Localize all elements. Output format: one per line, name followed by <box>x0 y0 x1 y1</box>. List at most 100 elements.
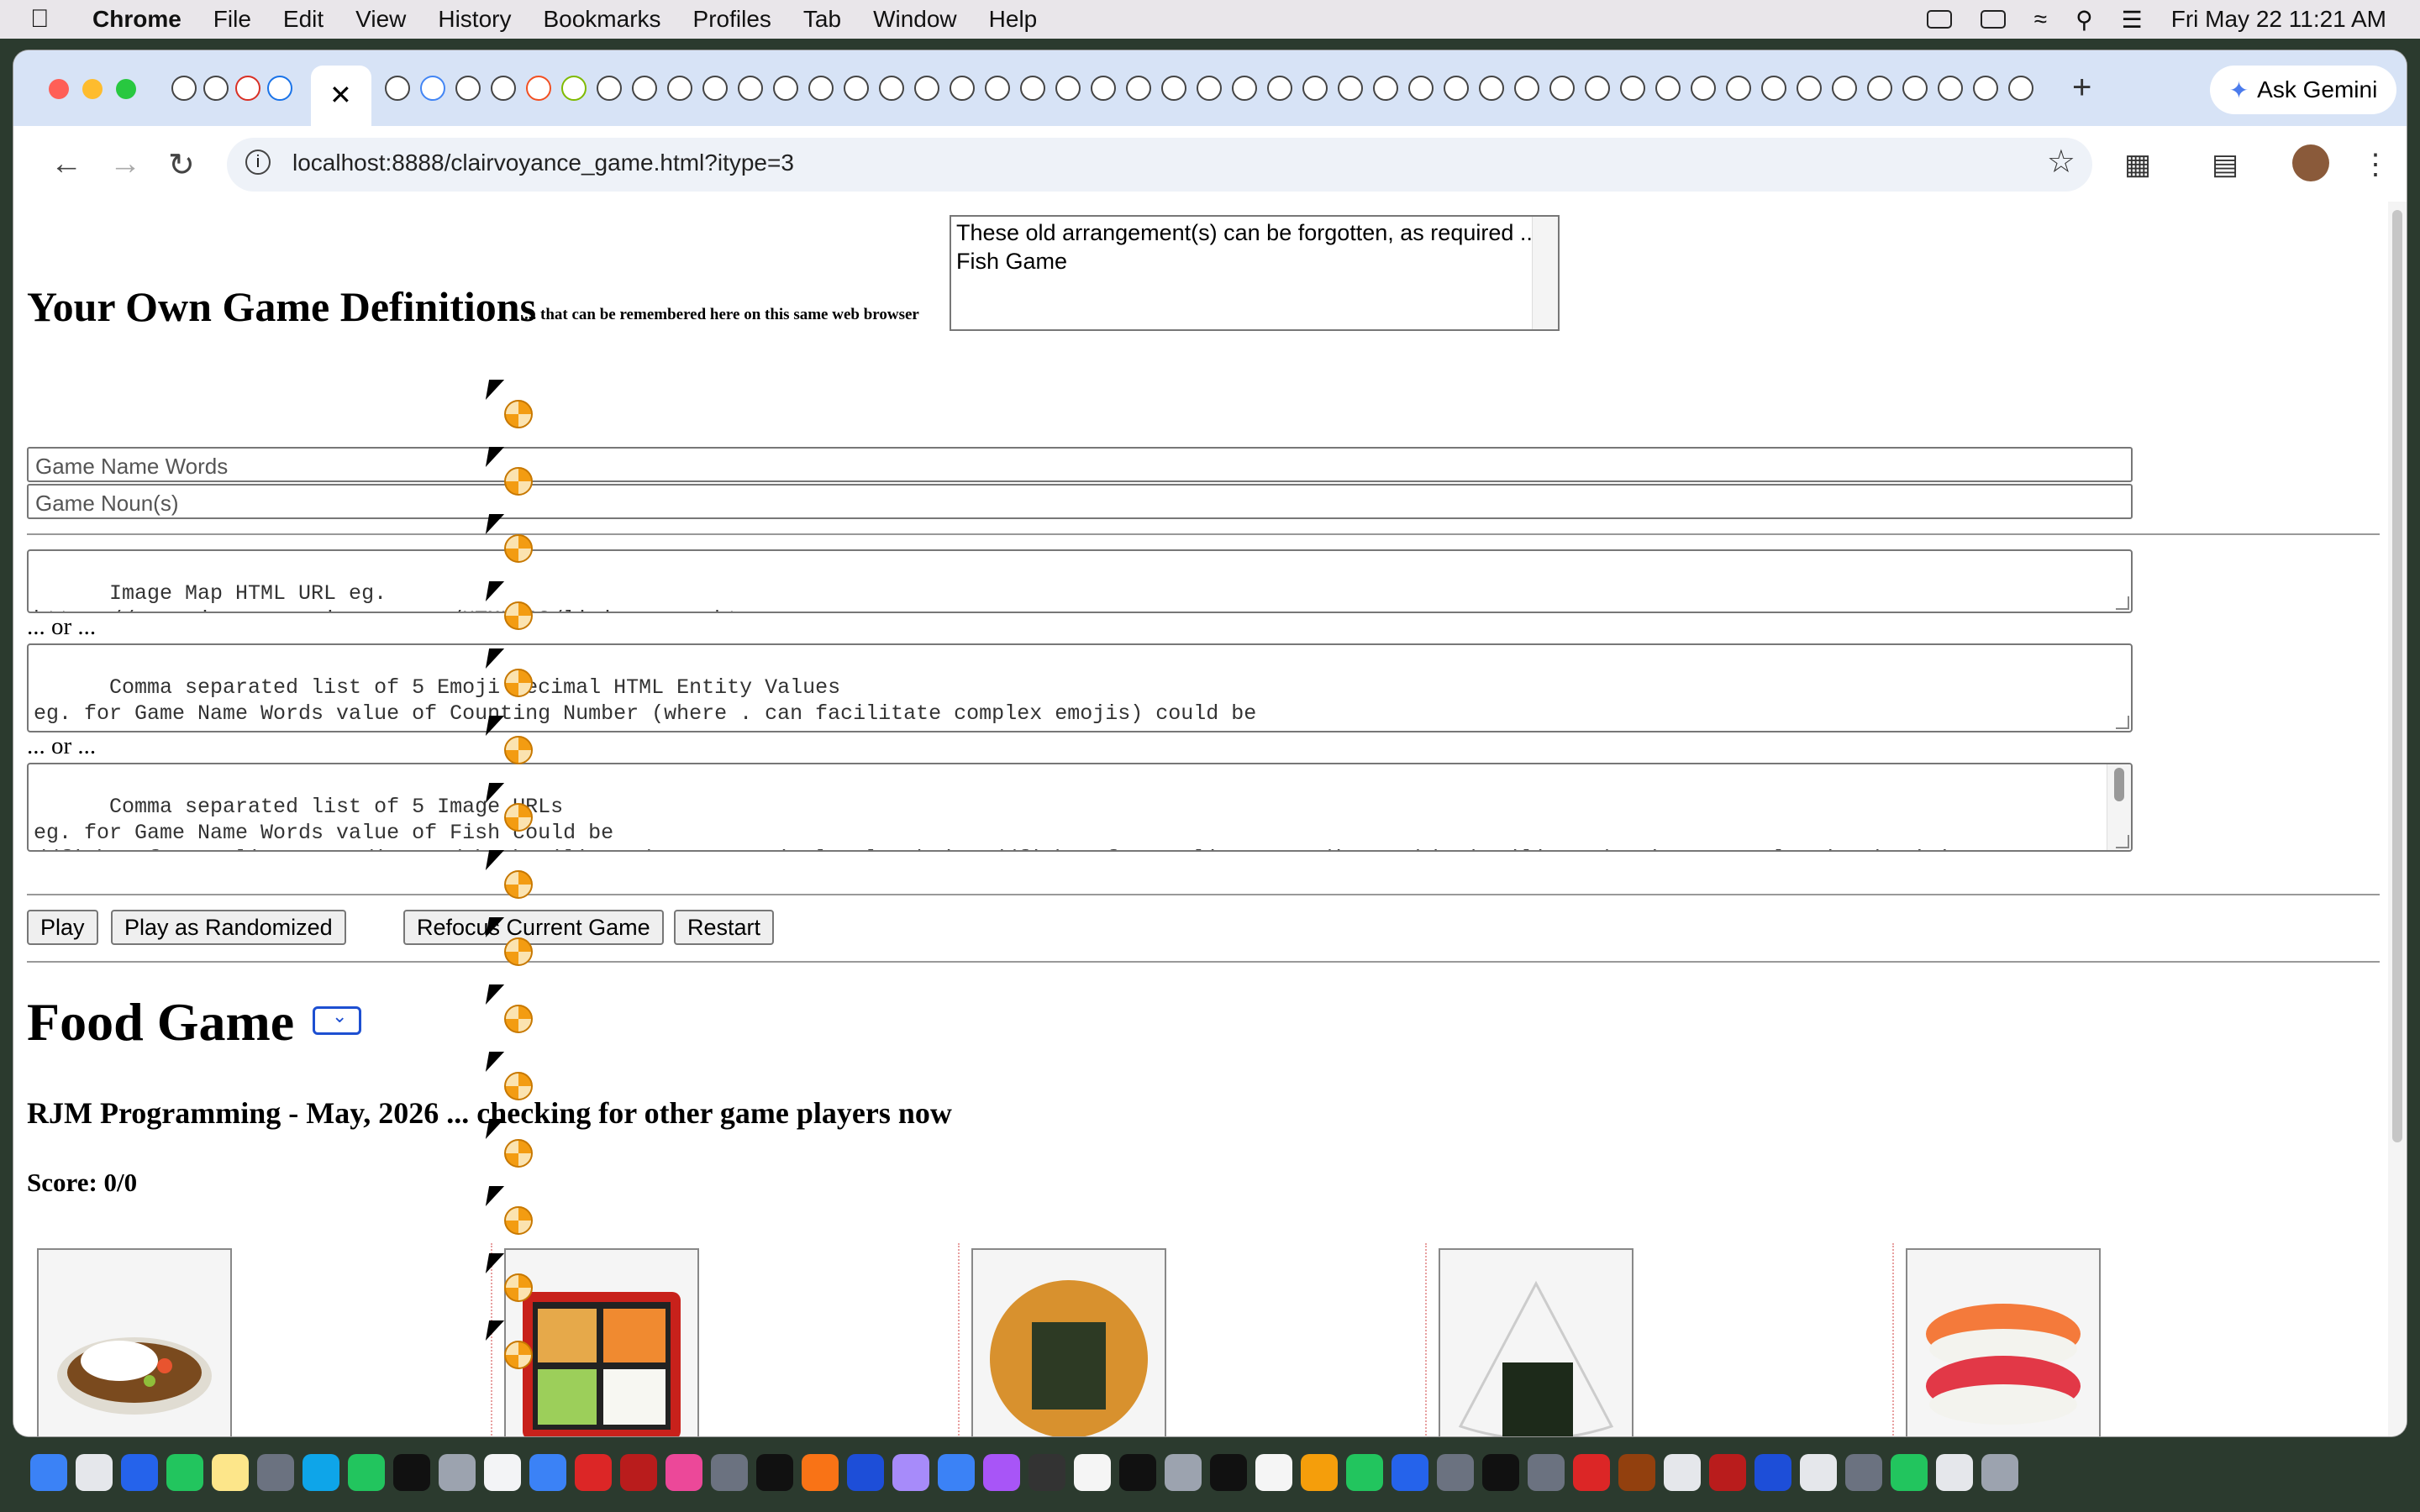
notes-icon[interactable] <box>212 1454 249 1491</box>
app-icon[interactable] <box>847 1454 884 1491</box>
tab-favicon[interactable] <box>1726 76 1751 101</box>
app-icon[interactable] <box>1028 1454 1065 1491</box>
launchpad-icon[interactable] <box>76 1454 113 1491</box>
tab-favicon[interactable] <box>1902 76 1928 101</box>
tab-favicon[interactable] <box>267 76 292 101</box>
trash-icon[interactable] <box>1981 1454 2018 1491</box>
tab-favicon[interactable] <box>1585 76 1610 101</box>
app-icon[interactable] <box>575 1454 612 1491</box>
tab-favicon[interactable] <box>1444 76 1469 101</box>
tab-favicon[interactable] <box>491 76 516 101</box>
resize-handle[interactable] <box>2116 596 2129 610</box>
tab-favicon[interactable] <box>1232 76 1257 101</box>
page-scrollbar-thumb[interactable] <box>2392 210 2402 1142</box>
reload-icon[interactable]: ↻ <box>168 146 195 184</box>
active-tab[interactable]: ✕ <box>311 66 371 126</box>
tab-favicon[interactable] <box>203 76 229 101</box>
music-icon[interactable] <box>666 1454 702 1491</box>
tab-favicon[interactable] <box>808 76 834 101</box>
zoom-icon[interactable] <box>1392 1454 1428 1491</box>
tab-favicon[interactable] <box>1126 76 1151 101</box>
chrome-icon[interactable] <box>1891 1454 1928 1491</box>
app-icon[interactable] <box>892 1454 929 1491</box>
tab-favicon[interactable] <box>597 76 622 101</box>
menu-help[interactable]: Help <box>989 6 1038 33</box>
tab-favicon[interactable] <box>2008 76 2033 101</box>
tab-favicon[interactable] <box>773 76 798 101</box>
saved-games-option-hint[interactable]: These old arrangement(s) can be forgotte… <box>956 218 1553 247</box>
facetime-icon[interactable] <box>348 1454 385 1491</box>
bookmark-star-icon[interactable]: ☆ <box>2047 143 2075 181</box>
app-icon[interactable] <box>1664 1454 1701 1491</box>
spotlight-search-icon[interactable]: ⚲ <box>2075 6 2093 34</box>
gmail-tab-icon[interactable] <box>235 76 260 101</box>
safari-icon[interactable] <box>938 1454 975 1491</box>
tab-favicon[interactable] <box>1691 76 1716 101</box>
app-icon[interactable] <box>302 1454 339 1491</box>
opera-icon[interactable] <box>1573 1454 1610 1491</box>
tab-favicon[interactable] <box>1620 76 1645 101</box>
tab-favicon[interactable] <box>1655 76 1681 101</box>
menu-bookmarks[interactable]: Bookmarks <box>543 6 660 33</box>
tab-favicon[interactable] <box>385 76 410 101</box>
clock[interactable]: Fri May 22 11:21 AM <box>2171 6 2386 33</box>
saved-games-select[interactable]: These old arrangement(s) can be forgotte… <box>950 215 1560 331</box>
tab-favicon[interactable] <box>1161 76 1186 101</box>
battery-icon[interactable] <box>1980 10 2006 29</box>
app-icon[interactable] <box>711 1454 748 1491</box>
tab-favicon[interactable] <box>1197 76 1222 101</box>
tab-favicon[interactable] <box>1055 76 1081 101</box>
calendar-icon[interactable] <box>1074 1454 1111 1491</box>
saved-games-option-fish[interactable]: Fish Game <box>956 247 1553 276</box>
page-scrollbar[interactable] <box>2388 202 2407 1436</box>
tab-favicon[interactable] <box>1797 76 1822 101</box>
close-window-button[interactable] <box>49 79 69 99</box>
intellij-icon[interactable] <box>1210 1454 1247 1491</box>
podcasts-icon[interactable] <box>983 1454 1020 1491</box>
app-icon[interactable] <box>1709 1454 1746 1491</box>
menu-app-name[interactable]: Chrome <box>92 6 182 33</box>
apple-icon[interactable]:  <box>30 5 67 34</box>
tab-favicon[interactable] <box>950 76 975 101</box>
app-icon[interactable] <box>1301 1454 1338 1491</box>
filezilla-icon[interactable] <box>620 1454 657 1491</box>
url-text[interactable]: localhost:8888/clairvoyance_game.html?it… <box>292 150 794 176</box>
tab-favicon[interactable] <box>1408 76 1434 101</box>
app-icon[interactable] <box>1528 1454 1565 1491</box>
resize-handle[interactable] <box>2116 716 2129 729</box>
food-card-5[interactable] <box>1906 1248 2101 1436</box>
app-icon[interactable] <box>1800 1454 1837 1491</box>
tab-favicon[interactable] <box>1091 76 1116 101</box>
menu-file[interactable]: File <box>213 6 251 33</box>
tab-favicon[interactable] <box>738 76 763 101</box>
new-tab-button[interactable]: + <box>2072 69 2091 107</box>
tab-favicon[interactable] <box>526 76 551 101</box>
image-map-url-textarea[interactable]: Image Map HTML URL eg. https://www.rjmpr… <box>27 549 2133 613</box>
control-center-icon[interactable]: ☰ <box>2122 6 2143 34</box>
tab-favicon[interactable] <box>1867 76 1892 101</box>
app-icon[interactable] <box>1845 1454 1882 1491</box>
restart-button[interactable]: Restart <box>674 910 775 945</box>
apple-tv-icon[interactable] <box>756 1454 793 1491</box>
document-icon[interactable] <box>1936 1454 1973 1491</box>
textedit-icon[interactable] <box>484 1454 521 1491</box>
extensions-puzzle-icon[interactable]: ▦ <box>2124 148 2151 181</box>
back-arrow-icon[interactable]: ← <box>50 146 82 182</box>
finder-icon[interactable] <box>30 1454 67 1491</box>
profile-avatar[interactable] <box>2292 144 2329 181</box>
tab-favicon[interactable] <box>561 76 587 101</box>
game-name-words-input[interactable]: Game Name Words <box>27 447 2133 482</box>
saved-games-scrollbar[interactable] <box>1532 217 1558 329</box>
tab-favicon[interactable] <box>1761 76 1786 101</box>
mail-icon[interactable] <box>121 1454 158 1491</box>
menu-view[interactable]: View <box>355 6 406 33</box>
google-tab-icon[interactable] <box>420 76 445 101</box>
firefox-icon[interactable] <box>802 1454 839 1491</box>
wifi-icon[interactable]: ≈ <box>2034 6 2047 33</box>
document-icon[interactable] <box>1255 1454 1292 1491</box>
tab-favicon[interactable] <box>171 76 197 101</box>
status-icon[interactable] <box>1926 10 1952 29</box>
tab-favicon[interactable] <box>632 76 657 101</box>
app-icon[interactable] <box>257 1454 294 1491</box>
ask-gemini-button[interactable]: ✦ Ask Gemini <box>2210 66 2396 114</box>
